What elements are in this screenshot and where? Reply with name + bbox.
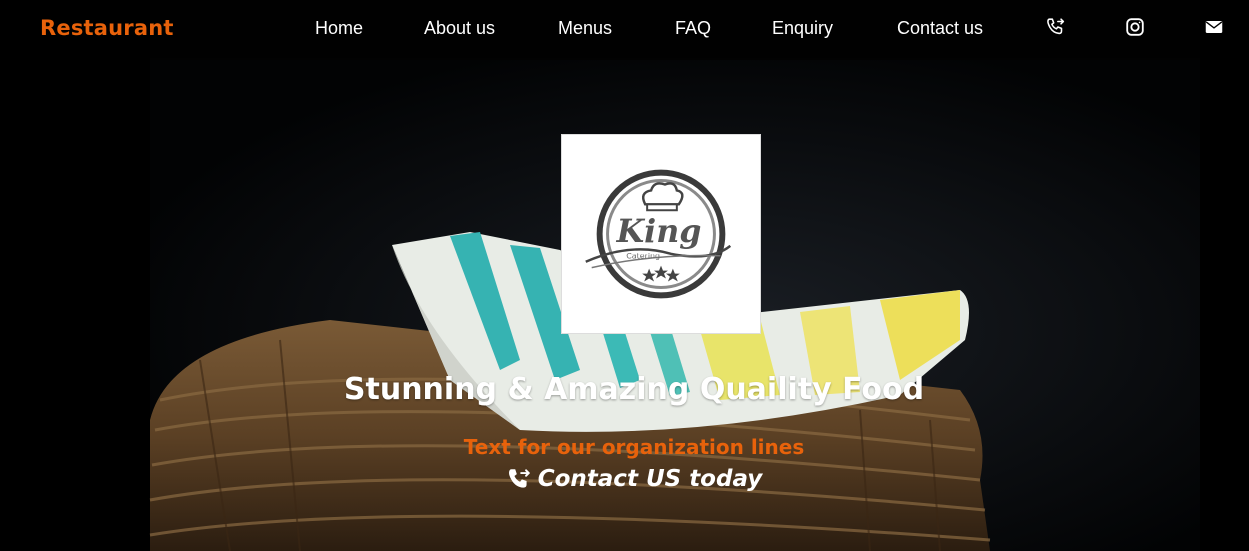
contact-cta-link[interactable]: Contact US today (0, 466, 1249, 498)
phone-forward-icon[interactable] (1045, 16, 1067, 38)
nav-item-faq[interactable]: FAQ (675, 18, 711, 39)
logo-wordmark: King (616, 213, 702, 250)
page: Restaurant Home About us Menus FAQ Enqui… (0, 0, 1249, 551)
hero-title: Stunning & Amazing Quaility Food (343, 372, 925, 407)
contact-cta-label: Contact US today (537, 466, 763, 492)
top-navbar: Restaurant Home About us Menus FAQ Enqui… (0, 0, 1249, 58)
nav-item-home[interactable]: Home (315, 18, 363, 39)
nav-item-about-us[interactable]: About us (424, 18, 495, 39)
hero-subtitle: Text for our organization lines (463, 435, 805, 459)
nav-item-menus[interactable]: Menus (558, 18, 612, 39)
logo-tagline: Catering (626, 252, 660, 261)
instagram-icon[interactable] (1124, 16, 1146, 38)
nav-item-enquiry[interactable]: Enquiry (772, 18, 833, 39)
nav-item-contact-us[interactable]: Contact us (897, 18, 983, 39)
phone-forward-icon (506, 466, 532, 492)
king-catering-logo: King Catering (561, 134, 761, 334)
mail-icon[interactable] (1203, 16, 1225, 38)
